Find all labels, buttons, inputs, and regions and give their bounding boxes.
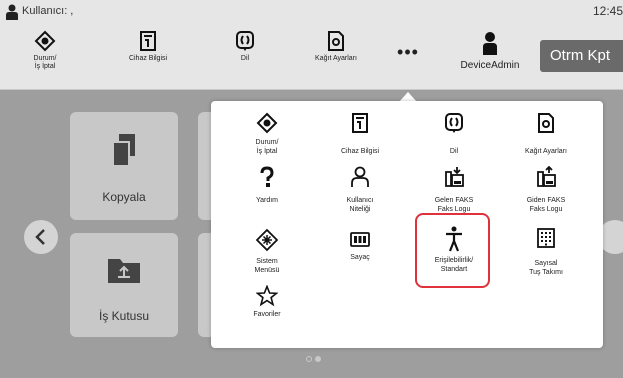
toolbar-paper-settings-button[interactable]: Kağıt Ayarları xyxy=(306,24,366,88)
device-admin-button[interactable]: DeviceAdmin xyxy=(455,24,525,88)
menu-item-label: Durum/ İş İptal xyxy=(255,139,279,155)
paper-settings-icon xyxy=(538,113,554,133)
page-indicator xyxy=(306,349,324,367)
clock: 12:45 xyxy=(592,4,623,18)
menu-item-label: Cihaz Bilgisi xyxy=(340,148,380,155)
menu-item-favorites[interactable]: Favoriler xyxy=(222,285,312,319)
user-icon xyxy=(6,4,18,20)
menu-item-language[interactable]: Dil xyxy=(409,112,499,156)
outgoing-fax-icon xyxy=(537,166,556,187)
toolbar-language-button[interactable]: Dil xyxy=(225,24,265,88)
logout-button[interactable]: Otrm Kpt xyxy=(540,40,623,72)
accessibility-icon xyxy=(446,226,462,252)
previous-page-button[interactable] xyxy=(24,220,58,254)
more-menu-button[interactable]: ••• xyxy=(393,43,423,66)
menu-item-label: Sistem Menüsü xyxy=(254,258,280,274)
menu-item-device-info[interactable]: Cihaz Bilgisi xyxy=(315,112,405,156)
toolbar-status-cancel-button[interactable]: Durum/ İş İptal xyxy=(20,24,70,88)
job-box-tile-label: İş Kutusu xyxy=(98,309,150,323)
user-property-icon xyxy=(351,166,369,187)
top-toolbar: Durum/ İş İptal Cihaz Bilgisi Dil Kağıt … xyxy=(0,24,623,90)
menu-item-counter[interactable]: Sayaç xyxy=(315,229,405,262)
device-info-icon xyxy=(140,31,156,51)
menu-item-label: Kağıt Ayarları xyxy=(525,148,567,155)
menu-item-label: Gelen FAKS Faks Logu xyxy=(434,197,474,213)
menu-item-incoming-fax-log[interactable]: Gelen FAKS Faks Logu xyxy=(409,166,499,214)
copy-tile-label: Kopyala xyxy=(102,190,146,204)
system-menu-icon xyxy=(256,229,278,251)
menu-item-accessibility[interactable]: Erişilebilirlik/ Standart xyxy=(409,226,499,274)
toolbar-device-info-label: Cihaz Bilgisi xyxy=(128,55,168,62)
menu-item-user-property[interactable]: Kullanıcı Niteliği xyxy=(315,166,405,214)
page-dot-active xyxy=(315,356,321,362)
menu-item-label: Dil xyxy=(449,148,459,155)
copy-icon xyxy=(112,134,135,167)
menu-item-paper-settings[interactable]: Kağıt Ayarları xyxy=(501,112,591,156)
admin-user-icon xyxy=(483,32,497,55)
menu-item-label: Sayısal Tuş Takımı xyxy=(529,260,563,276)
toolbar-language-label: Dil xyxy=(240,55,250,62)
toolbar-status-cancel-label: Durum/ İş İptal xyxy=(33,55,57,70)
job-box-icon xyxy=(108,259,140,283)
menu-item-label: Yardım xyxy=(255,197,279,204)
device-admin-label: DeviceAdmin xyxy=(460,60,520,71)
menu-item-label: Erişilebilirlik/ Standart xyxy=(434,257,474,273)
help-icon xyxy=(260,166,274,187)
menu-item-system-menu[interactable]: Sistem Menüsü xyxy=(222,229,312,275)
menu-item-outgoing-fax-log[interactable]: Giden FAKS Faks Logu xyxy=(501,166,591,214)
device-info-icon xyxy=(352,113,368,133)
user-label: Kullanıcı: , xyxy=(22,5,74,17)
status-diamond-icon xyxy=(256,112,278,134)
page-dot-inactive xyxy=(306,356,312,362)
toolbar-device-info-button[interactable]: Cihaz Bilgisi xyxy=(118,24,178,88)
favorites-star-icon xyxy=(256,285,278,307)
counter-icon xyxy=(350,232,370,247)
menu-item-label: Giden FAKS Faks Logu xyxy=(526,197,566,213)
menu-item-label: Favoriler xyxy=(253,311,281,318)
language-icon xyxy=(236,31,254,51)
menu-item-status-cancel[interactable]: Durum/ İş İptal xyxy=(222,112,312,156)
menu-item-numeric-keypad[interactable]: Sayısal Tuş Takımı xyxy=(501,227,591,277)
status-diamond-icon xyxy=(34,30,56,52)
job-box-tile[interactable]: İş Kutusu xyxy=(70,233,178,337)
numeric-keypad-icon xyxy=(537,228,555,248)
menu-item-label: Kullanıcı Niteliği xyxy=(346,197,374,213)
status-bar: Kullanıcı: , 12:45 xyxy=(0,0,623,24)
paper-settings-icon xyxy=(328,31,344,51)
copy-tile[interactable]: Kopyala xyxy=(70,112,178,220)
language-icon xyxy=(445,113,463,133)
incoming-fax-icon xyxy=(445,167,464,187)
chevron-left-icon xyxy=(35,229,45,245)
toolbar-paper-settings-label: Kağıt Ayarları xyxy=(315,55,357,62)
menu-item-help[interactable]: Yardım xyxy=(222,166,312,205)
menu-item-label: Sayaç xyxy=(350,254,370,261)
